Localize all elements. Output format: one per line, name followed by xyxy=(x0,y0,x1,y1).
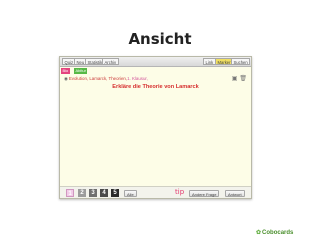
info-icon: ◉ xyxy=(64,75,68,81)
box-3-button[interactable]: 3 xyxy=(89,189,97,197)
other-question-button[interactable]: Andere Frage xyxy=(189,189,220,197)
box-1-button[interactable]: 1 xyxy=(66,189,74,197)
card-tools: ▣ 🗑 xyxy=(230,75,247,82)
trash-icon[interactable]: 🗑 xyxy=(239,76,247,82)
tip-link[interactable]: tip xyxy=(175,188,184,196)
toolbar: Quiz Neu Statistik Archiv Link Marker Su… xyxy=(60,57,251,67)
logo-text: Cobocards xyxy=(262,230,294,236)
card-question: Erkläre die Theorie von Lamarck xyxy=(112,84,199,90)
tab-abitur[interactable]: Abitur xyxy=(74,68,88,74)
archive-button[interactable]: Archiv xyxy=(102,58,119,65)
answer-button[interactable]: Antwort xyxy=(225,189,245,197)
all-button[interactable]: Alle xyxy=(124,189,137,197)
breadcrumb-path[interactable]: Evolution, Lamarck, Theorien, xyxy=(69,76,127,81)
box-2-button[interactable]: 2 xyxy=(78,189,86,197)
cobocards-logo-icon: ✿ xyxy=(256,230,262,236)
breadcrumb-tag[interactable]: 1. Klausur, xyxy=(127,76,148,81)
bottom-bar: 1 2 3 4 5 Alle tip Andere Frage Antwort xyxy=(60,186,251,198)
link-button[interactable]: Link xyxy=(203,58,216,65)
box-5-button[interactable]: 5 xyxy=(111,189,119,197)
app-window: Quiz Neu Statistik Archiv Link Marker Su… xyxy=(59,56,252,199)
edit-icon[interactable]: ▣ xyxy=(232,76,238,82)
cobocards-logo: ✿Cobocards xyxy=(256,229,293,236)
search-button[interactable]: Suchen xyxy=(231,58,251,65)
breadcrumb: ◉ Evolution, Lamarck, Theorien, 1. Klaus… xyxy=(64,76,148,82)
slide-title: Ansicht xyxy=(128,30,192,48)
box-4-button[interactable]: 4 xyxy=(100,189,108,197)
tab-bio[interactable]: Bio xyxy=(61,68,70,74)
